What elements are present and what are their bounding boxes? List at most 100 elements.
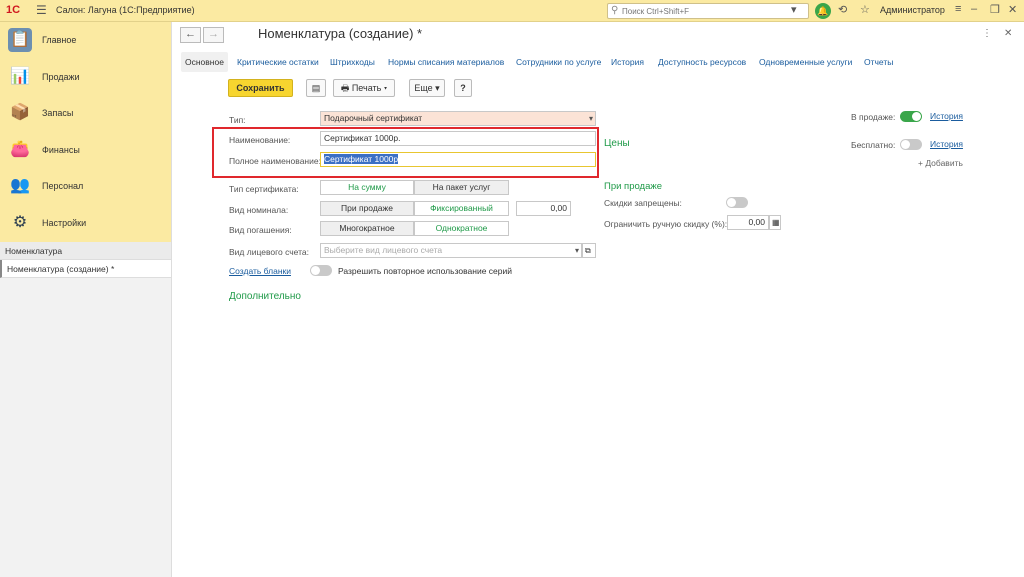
sidebar-item-settings[interactable]: ⚙ Настройки [0,205,171,242]
create-blanks-link[interactable]: Создать бланки [229,266,291,276]
sidebar-item-stock[interactable]: 📦 Запасы [0,95,171,132]
sidebar-item-label: Главное [42,35,77,45]
free-history-link[interactable]: История [930,139,963,149]
wallet-icon: 👛 [10,140,30,158]
link-icon: ⧉ [585,246,591,255]
chevron-down-icon: ▾ [588,114,593,123]
clipboard-icon: 📋 [8,28,32,52]
on-sale-history-link[interactable]: История [930,111,963,121]
boxes-icon: 📦 [10,104,30,122]
on-sale-toggle[interactable] [900,111,922,122]
sidebar-item-sales[interactable]: 📊 Продажи [0,59,171,96]
allow-reuse-label: Разрешить повторное использование серий [338,266,512,276]
gear-icon: ⚙ [12,213,28,231]
history-icon[interactable]: ⟲ [838,3,847,16]
add-price-link[interactable]: + Добавить [918,158,963,168]
more-icon[interactable]: ⋮ [982,28,992,39]
main-menu-icon[interactable]: ≡ [955,3,961,15]
open-window-nomenclature-create[interactable]: Номенклатура (создание) * [0,260,171,278]
search-input[interactable] [622,5,802,17]
search-dropdown-icon[interactable]: ▾ [791,3,797,16]
minimize-icon[interactable]: – [971,3,977,15]
open-window-nomenclature[interactable]: Номенклатура [0,242,171,260]
on-sale-heading: При продаже [604,181,663,192]
close-icon[interactable]: ✕ [1008,3,1017,16]
toggle-knob [727,198,736,207]
tab-history[interactable]: История [611,52,644,72]
print-button[interactable]: 🖶 Печать ▾ [333,79,395,97]
type-select[interactable]: Подарочный сертификат ▾ [320,111,596,126]
form-title: Номенклатура (создание) * [258,26,423,41]
user-name[interactable]: Администратор [880,5,945,15]
form-close-icon[interactable]: ✕ [1004,28,1012,39]
chevron-down-icon: ▾ [574,246,579,255]
print-label: Печать [351,83,382,93]
open-link-button[interactable]: ⧉ [582,243,596,258]
tab-service-staff[interactable]: Сотрудники по услуге [516,52,601,72]
free-toggle[interactable] [900,139,922,150]
back-button[interactable]: ← [180,27,201,43]
repay-label: Вид погашения: [229,225,292,235]
help-button[interactable]: ? [454,79,472,97]
nominal-fixed[interactable]: Фиксированный [414,201,509,216]
nominal-at-sale[interactable]: При продаже [320,201,414,216]
allow-reuse-toggle[interactable] [310,265,332,276]
tab-main[interactable]: Основное [181,52,228,72]
sidebar-item-personnel[interactable]: 👥 Персонал [0,168,171,205]
more-label: Еще [414,83,433,93]
tab-simultaneous-services[interactable]: Одновременные услуги [759,52,852,72]
sidebar-item-main[interactable]: 📋 Главное [0,22,171,59]
sales-chart-icon: 📊 [10,67,30,85]
repay-multiple[interactable]: Многократное [320,221,414,236]
top-bar: 1С ☰ Салон: Лагуна (1С:Предприятие) ⚲ ▾ … [0,0,1024,22]
chevron-down-icon: ▾ [383,83,388,93]
menu-icon[interactable]: ☰ [36,3,47,17]
tab-reports[interactable]: Отчеты [864,52,893,72]
restore-icon[interactable]: ❐ [990,3,1000,16]
sidebar-item-label: Запасы [42,108,74,119]
discounts-forbidden-label: Скидки запрещены: [604,198,682,208]
cert-type-service-pack[interactable]: На пакет услуг [414,180,509,195]
tab-writeoff-norms[interactable]: Нормы списания материалов [388,52,504,72]
search-icon: ⚲ [611,5,619,16]
cert-type-label: Тип сертификата: [229,184,299,194]
tab-barcodes[interactable]: Штрихкоды [330,52,375,72]
on-sale-label: В продаже: [851,112,896,122]
limit-manual-discount-label: Ограничить ручную скидку (%): [604,219,728,229]
account-type-select[interactable]: Выберите вид лицевого счета ▾ [320,243,582,258]
calculator-icon: ▦ [772,218,780,227]
sidebar-item-label: Продажи [42,71,80,82]
sidebar-item-finance[interactable]: 👛 Финансы [0,132,171,169]
highlight-box [212,127,599,178]
global-search[interactable]: ⚲ [607,3,809,19]
notifications-icon[interactable]: 🔔 [815,3,831,19]
more-button[interactable]: Еще ▾ [409,79,445,97]
save-button[interactable]: Сохранить [228,79,293,97]
tab-resource-availability[interactable]: Доступность ресурсов [658,52,746,72]
chevron-down-icon: ▾ [435,83,440,93]
toggle-knob [901,140,910,149]
people-icon: 👥 [10,177,30,195]
account-type-label: Вид лицевого счета: [229,247,310,257]
discounts-forbidden-toggle[interactable] [726,197,748,208]
additional-section[interactable]: Дополнительно [229,291,301,302]
limit-manual-discount-field[interactable]: 0,00 [727,215,769,230]
sidebar-item-label: Финансы [42,144,80,155]
tab-critical-stock[interactable]: Критические остатки [237,52,319,72]
favorites-icon[interactable]: ☆ [860,3,870,16]
forward-button[interactable]: → [203,27,224,43]
prices-heading: Цены [604,138,630,149]
app-title: Салон: Лагуна (1С:Предприятие) [56,5,195,15]
type-label: Тип: [229,115,246,125]
form-icon-button[interactable]: ▤ [306,79,326,97]
nominal-label: Вид номинала: [229,205,289,215]
toggle-knob [311,266,320,275]
repay-single[interactable]: Однократное [414,221,509,236]
calculator-button[interactable]: ▦ [769,215,781,230]
cert-type-on-sum[interactable]: На сумму [320,180,414,195]
nominal-amount-field[interactable]: 0,00 [516,201,571,216]
toggle-knob [912,112,921,121]
document-icon: ▤ [311,83,321,93]
sidebar-item-label: Персонал [42,181,84,192]
sidebar: 📋 Главное 📊 Продажи 📦 Запасы 👛 Финансы 👥… [0,22,172,577]
